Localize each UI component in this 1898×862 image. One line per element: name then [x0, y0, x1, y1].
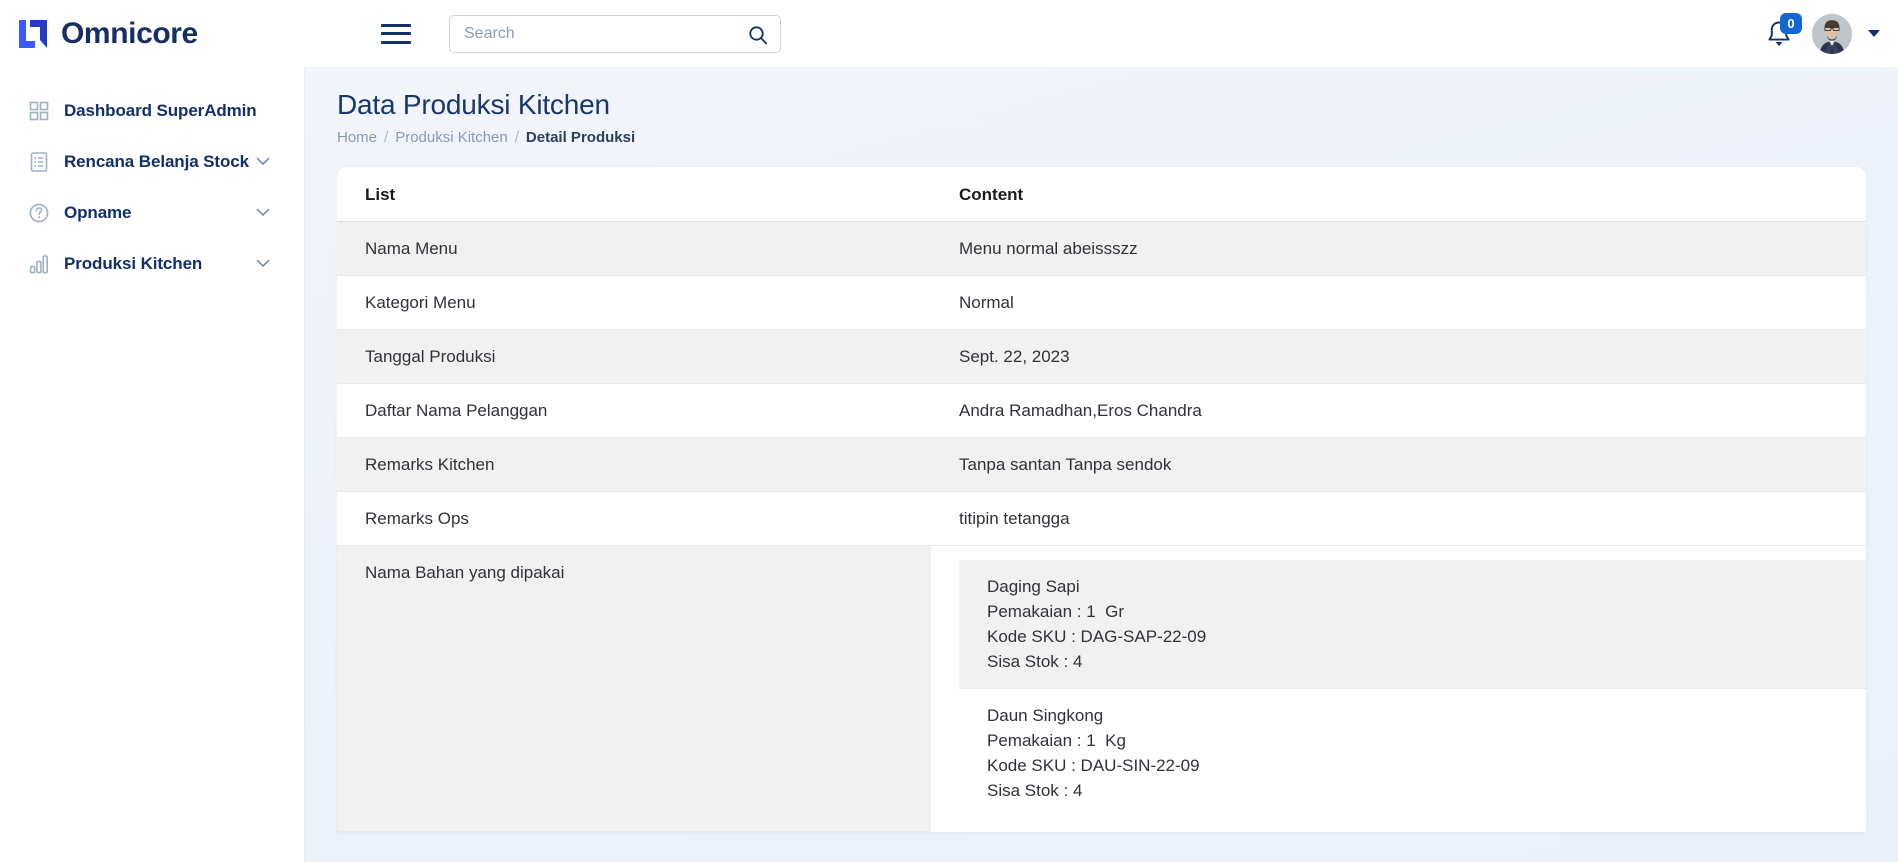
ingredient-item: Daging Sapi Pemakaian : 1 Gr Kode SKU : … [959, 560, 1866, 688]
ingredient-remaining-stock: Sisa Stok : 4 [987, 652, 1083, 671]
column-header-list: List [337, 167, 931, 222]
sidebar-item-rencana-belanja-stock[interactable]: Rencana Belanja Stock [0, 136, 304, 187]
breadcrumb-separator: / [514, 129, 519, 146]
table-row: Remarks Ops titipin tetangga [337, 491, 1866, 546]
row-label: Nama Bahan yang dipakai [337, 545, 931, 832]
question-circle-icon [29, 203, 49, 222]
detail-card: List Content Nama Menu Menu normal abeis… [337, 167, 1866, 832]
table-header: List Content [337, 167, 1866, 222]
search-box[interactable] [449, 14, 781, 53]
sidebar-item-label: Produksi Kitchen [64, 253, 203, 273]
breadcrumb-item-detail-produksi: Detail Produksi [525, 129, 636, 146]
search-input[interactable] [450, 15, 780, 52]
brand-name: Omnicore [61, 16, 198, 50]
row-value: Andra Ramadhan,Eros Chandra [931, 383, 1866, 438]
sidebar-item-label: Dashboard SuperAdmin [64, 100, 257, 120]
row-label: Remarks Ops [337, 491, 931, 546]
ingredient-name: Daun Singkong [987, 706, 1104, 725]
breadcrumb-item-produksi-kitchen[interactable]: Produksi Kitchen [395, 129, 508, 146]
omnicore-logo-icon [19, 19, 47, 48]
chevron-down-icon[interactable] [256, 259, 270, 268]
table-row: Kategori Menu Normal [337, 275, 1866, 330]
sidebar-item-label: Opname [64, 202, 132, 222]
ingredients-cell: Daging Sapi Pemakaian : 1 Gr Kode SKU : … [931, 545, 1866, 831]
breadcrumb: Home / Produksi Kitchen / Detail Produks… [337, 129, 1898, 146]
topbar-right-actions: 0 [1762, 0, 1880, 67]
table-row: Daftar Nama Pelanggan Andra Ramadhan,Ero… [337, 383, 1866, 438]
chevron-down-icon[interactable] [256, 208, 270, 217]
breadcrumb-item-home[interactable]: Home [337, 129, 377, 146]
ingredient-usage: Pemakaian : 1 Gr [987, 602, 1125, 621]
main-content-area: Data Produksi Kitchen Home / Produksi Ki… [305, 67, 1898, 862]
sidebar-item-opname[interactable]: Opname [0, 187, 304, 238]
table-row-ingredients: Nama Bahan yang dipakai Daging Sapi Pema… [337, 545, 1866, 832]
profile-chevron-down-icon[interactable] [1868, 30, 1880, 37]
search-icon[interactable] [748, 25, 768, 45]
avatar[interactable] [1812, 13, 1852, 54]
row-label: Daftar Nama Pelanggan [337, 383, 931, 438]
sidebar-item-produksi-kitchen[interactable]: Produksi Kitchen [0, 238, 304, 289]
row-label: Tanggal Produksi [337, 329, 931, 384]
chevron-down-icon[interactable] [256, 157, 270, 166]
brand-logo-area[interactable]: Omnicore [18, 17, 318, 51]
detail-table: List Content Nama Menu Menu normal abeis… [337, 167, 1866, 832]
ingredient-name: Daging Sapi [987, 577, 1080, 596]
sidebar: Dashboard SuperAdmin Rencana Belanja Sto… [0, 67, 305, 862]
notifications-button[interactable]: 0 [1762, 12, 1802, 51]
sidebar-item-dashboard-superadmin[interactable]: Dashboard SuperAdmin [0, 85, 304, 136]
ingredient-remaining-stock: Sisa Stok : 4 [987, 781, 1083, 800]
sidebar-item-label: Rencana Belanja Stock [64, 151, 249, 171]
row-value: Sept. 22, 2023 [931, 329, 1866, 384]
ingredient-sku: Kode SKU : DAG-SAP-22-09 [987, 627, 1207, 646]
ingredient-usage: Pemakaian : 1 Kg [987, 731, 1126, 750]
table-header-row: List Content [337, 167, 1866, 222]
top-navigation-bar: Omnicore 0 [0, 0, 1898, 67]
table-body: Nama Menu Menu normal abeissszz Kategori… [337, 221, 1866, 832]
hamburger-icon[interactable] [381, 22, 411, 46]
app-root: Omnicore 0 [0, 0, 1898, 862]
notification-count-badge: 0 [1780, 12, 1802, 34]
ingredient-item: Daun Singkong Pemakaian : 1 Kg Kode SKU … [959, 688, 1866, 817]
row-value: Normal [931, 275, 1866, 330]
column-header-content: Content [931, 167, 1866, 222]
row-label: Nama Menu [337, 221, 931, 276]
grid-icon [29, 101, 49, 120]
bar-chart-icon [29, 254, 48, 273]
ingredient-sku: Kode SKU : DAU-SIN-22-09 [987, 756, 1200, 775]
row-label: Remarks Kitchen [337, 437, 931, 492]
page-title: Data Produksi Kitchen [337, 89, 610, 120]
row-value: titipin tetangga [931, 491, 1866, 546]
row-value: Tanpa santan Tanpa sendok [931, 437, 1866, 492]
user-avatar-image [1812, 13, 1852, 54]
table-row: Tanggal Produksi Sept. 22, 2023 [337, 329, 1866, 384]
row-value: Menu normal abeissszz [931, 221, 1866, 276]
table-row: Nama Menu Menu normal abeissszz [337, 221, 1866, 276]
breadcrumb-separator: / [384, 129, 389, 146]
row-label: Kategori Menu [337, 275, 931, 330]
document-list-icon [30, 151, 48, 172]
table-row: Remarks Kitchen Tanpa santan Tanpa sendo… [337, 437, 1866, 492]
